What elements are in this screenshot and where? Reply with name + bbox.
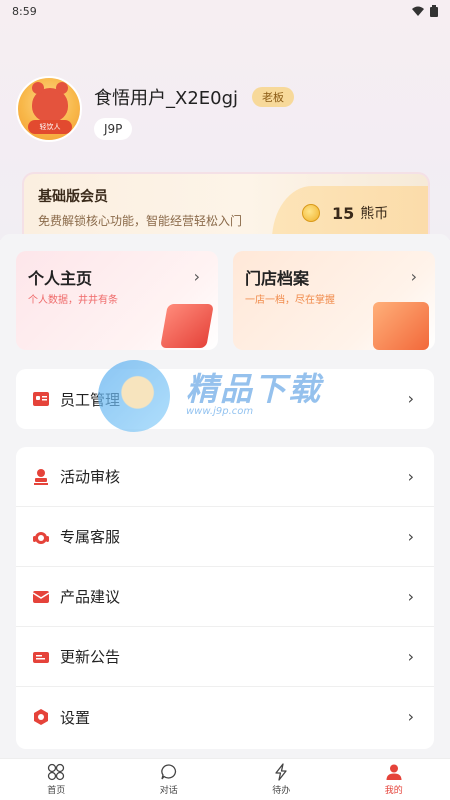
menu-item-product-feedback[interactable]: 产品建议 › [16,567,434,627]
tile-title: 门店档案 [245,269,310,288]
menu-item-label: 专属客服 [60,528,121,546]
tile-subtitle: 一店一档，尽在掌握 [245,295,335,306]
nav-label: 我的 [384,786,403,796]
store-profile-tile[interactable]: 门店档案 一店一档，尽在掌握 › [233,251,435,350]
nav-label: 首页 [47,786,66,796]
chevron-right-icon: › [407,467,414,486]
chat-icon [161,764,176,780]
coin-icon [302,204,320,222]
avatar[interactable]: 轻饮人 [16,76,82,142]
nav-tab-todo[interactable]: 待办 [225,759,338,800]
menu-item-label: 活动审核 [60,468,121,486]
avatar-label: 轻饮人 [28,120,72,134]
mail-icon [32,588,50,606]
chevron-right-icon: › [193,267,200,286]
nav-tab-chat[interactable]: 对话 [113,759,226,800]
lightning-icon [275,763,287,781]
bottom-nav: 首页 对话 待办 我的 [0,758,450,800]
menu-item-activity-review[interactable]: 活动审核 › [16,447,434,507]
home-grid-icon [48,763,65,781]
membership-title: 基础版会员 [38,189,108,205]
menu-list-card: 活动审核 › 专属客服 › 产品建议 › 更新公告 › 设置 › [16,447,434,749]
status-bar: 8:59 [0,0,450,22]
menu-item-label: 设置 [60,708,91,727]
role-badge: 老板 [252,87,295,107]
chevron-right-icon: › [407,707,414,726]
coin-count: 15 [332,203,355,223]
menu-item-label: 更新公告 [60,648,121,666]
announcement-icon [32,648,50,666]
person-icon [386,764,402,780]
tile-title: 个人主页 [28,269,93,288]
personal-homepage-tile[interactable]: 个人主页 个人数据，井井有条 › [16,251,218,350]
chevron-right-icon: › [407,389,414,408]
stamp-icon [32,468,50,486]
staff-id-icon [32,390,50,408]
battery-icon [430,5,438,17]
chevron-right-icon: › [410,267,417,286]
chevron-right-icon: › [407,647,414,666]
menu-item-staff-management[interactable]: 员工管理 › [16,369,434,429]
store-illustration-icon [373,302,429,350]
status-time: 8:59 [12,4,37,18]
chevron-right-icon: › [407,587,414,606]
membership-description: 免费解锁核心功能，智能经营轻松入门 [38,214,243,228]
membership-card[interactable]: 基础版会员 免费解锁核心功能，智能经营轻松入门 15 熊币 [22,172,430,238]
nav-label: 对话 [159,786,178,796]
headset-icon [32,528,50,546]
nav-label: 待办 [272,786,291,796]
profile-header: 轻饮人 食悟用户_X2E0gj 老板 J9P [16,76,295,142]
nav-tab-home[interactable]: 首页 [0,759,113,800]
coin-balance[interactable]: 15 熊币 [272,186,428,238]
gear-icon [32,708,50,726]
document-illustration-icon [160,304,214,348]
menu-item-settings[interactable]: 设置 › [16,687,434,747]
wifi-icon [412,6,424,16]
chevron-right-icon: › [407,527,414,546]
store-code-chip[interactable]: J9P [94,118,133,140]
username: 食悟用户_X2E0gj [94,88,239,109]
menu-item-label: 产品建议 [60,588,121,606]
bear-mascot-icon [32,82,68,122]
menu-item-update-notice[interactable]: 更新公告 › [16,627,434,687]
nav-tab-mine[interactable]: 我的 [338,759,450,800]
staff-card: 员工管理 › [16,369,434,429]
menu-item-customer-service[interactable]: 专属客服 › [16,507,434,567]
tile-subtitle: 个人数据，井井有条 [28,295,118,306]
menu-item-label: 员工管理 [60,390,121,409]
coin-unit: 熊币 [360,206,389,222]
